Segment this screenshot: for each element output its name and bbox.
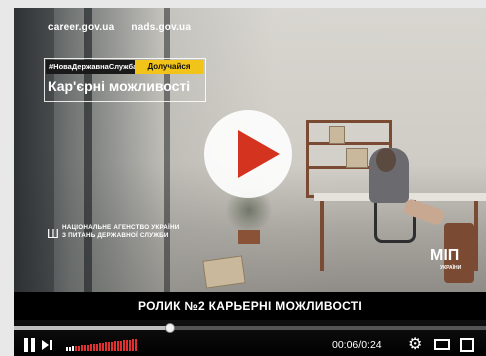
site-link-career: career.gov.ua <box>48 22 115 33</box>
volume-level-bar <box>102 342 104 351</box>
shelf <box>306 142 392 145</box>
volume-level-bar <box>90 344 92 351</box>
plant-pot <box>238 230 260 244</box>
ministry-logo-sub: УКРАЇНИ <box>440 265 462 271</box>
cardboard-box <box>202 255 246 289</box>
play-icon[interactable] <box>238 130 280 178</box>
progress-handle[interactable] <box>164 323 175 333</box>
volume-level-bar <box>84 344 86 351</box>
volume-level-bar <box>123 340 125 351</box>
volume-level-bar <box>78 345 80 351</box>
person-head <box>376 148 396 172</box>
video-headline: Кар'єрні можливості <box>48 78 191 94</box>
volume-level-bar <box>132 339 134 351</box>
volume-level-bar <box>93 343 95 351</box>
website-links: career.gov.ua nads.gov.ua <box>48 22 205 33</box>
join-badge: Долучайся <box>135 60 203 74</box>
desk-leg <box>320 201 324 271</box>
coat-of-arms-icon: Ш <box>47 226 59 241</box>
glass-frame <box>164 8 170 292</box>
volume-level-bar <box>87 344 89 351</box>
agency-line-2: З ПИТАНЬ ДЕРЖАВНОЇ СЛУЖБИ <box>62 232 169 239</box>
volume-level-bar <box>96 343 98 351</box>
agency-line-1: НАЦІОНАЛЬНЕ АГЕНСТВО УКРАЇНИ <box>62 224 180 231</box>
volume-level-bar <box>108 342 110 351</box>
glass-frame <box>84 8 92 292</box>
fullscreen-icon[interactable] <box>460 338 474 352</box>
progress-fill <box>14 326 170 330</box>
binder <box>346 148 368 168</box>
hashtag-badge: #НоваДержавнаСлужба <box>46 60 141 74</box>
volume-level-bar <box>117 341 119 351</box>
volume-level-bar <box>75 345 77 351</box>
ministry-logo: МІП <box>430 247 460 264</box>
volume-level-bar <box>105 342 107 351</box>
volume-level-bar <box>111 341 113 351</box>
page-background: career.gov.ua nads.gov.ua #НоваДержавнаС… <box>0 0 486 356</box>
volume-level-bar <box>120 340 122 351</box>
volume-level-bar <box>69 346 71 351</box>
pause-icon[interactable] <box>24 338 36 352</box>
player-controls: 00:06/0:24 ⚙ <box>14 320 486 356</box>
video-caption: РОЛИК №2 КАРЬЕРНІ МОЖЛИВОСТІ <box>14 292 486 320</box>
progress-bar[interactable] <box>14 323 486 333</box>
volume-level-bar <box>66 347 68 351</box>
binder <box>329 126 345 144</box>
volume-slider[interactable] <box>66 338 140 351</box>
site-link-nads: nads.gov.ua <box>131 22 192 33</box>
volume-level-bar <box>81 345 83 351</box>
glass-partition <box>14 8 54 292</box>
volume-level-bar <box>114 341 116 351</box>
settings-icon[interactable]: ⚙ <box>408 336 422 354</box>
video-frame[interactable]: career.gov.ua nads.gov.ua #НоваДержавнаС… <box>14 8 486 292</box>
volume-level-bar <box>72 346 74 351</box>
time-display: 00:06/0:24 <box>332 339 382 351</box>
theater-icon[interactable] <box>434 339 450 350</box>
next-icon[interactable] <box>42 338 54 352</box>
video-player[interactable]: career.gov.ua nads.gov.ua #НоваДержавнаС… <box>14 8 486 356</box>
volume-level-bar <box>126 340 128 351</box>
volume-level-bar <box>129 339 131 351</box>
desk-leg <box>474 201 478 271</box>
volume-level-bar <box>99 343 101 351</box>
agency-logo-text: НАЦІОНАЛЬНЕ АГЕНСТВО УКРАЇНИ З ПИТАНЬ ДЕ… <box>62 224 179 240</box>
volume-level-bar <box>135 338 137 351</box>
